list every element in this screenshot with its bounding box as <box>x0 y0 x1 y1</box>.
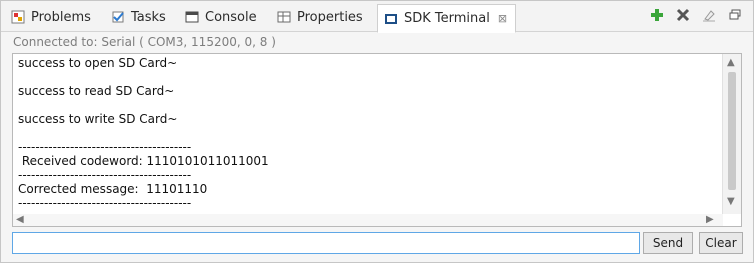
tab-tasks[interactable]: Tasks <box>111 5 166 29</box>
output-line: Received codeword: 1110101011011001 <box>18 154 269 168</box>
separator-line: ---------------------------------------- <box>18 196 192 210</box>
tab-console[interactable]: Console <box>185 5 257 29</box>
scroll-thumb[interactable] <box>728 72 736 190</box>
scroll-up-icon[interactable]: ▲ <box>727 58 735 68</box>
sdk-terminal-view: Problems Tasks Console Properties SDK Te <box>0 0 754 263</box>
separator-line: ---------------------------------------- <box>18 168 192 182</box>
vertical-scrollbar[interactable]: ▲ ▼ <box>722 54 741 214</box>
clear-button[interactable]: Clear <box>699 232 743 254</box>
tab-label: Problems <box>31 9 91 25</box>
terminal-icon <box>384 12 398 26</box>
eraser-icon[interactable] <box>701 7 717 23</box>
tab-problems[interactable]: Problems <box>11 5 91 29</box>
tab-label: Tasks <box>131 9 166 25</box>
scroll-right-icon[interactable]: ▶ <box>706 215 714 225</box>
command-row: Send Clear <box>12 232 743 256</box>
send-button[interactable]: Send <box>643 232 693 254</box>
tab-label: Properties <box>297 9 363 25</box>
x-icon[interactable] <box>675 7 691 23</box>
tab-sdk-terminal[interactable]: SDK Terminal ⊠ <box>377 4 517 33</box>
restore-window-icon[interactable] <box>727 7 743 23</box>
tab-label: Console <box>205 9 257 25</box>
plus-icon[interactable] <box>649 7 665 23</box>
terminal-output[interactable]: success to open SD Card~ success to read… <box>12 53 742 227</box>
scroll-down-icon[interactable]: ▼ <box>727 197 735 207</box>
view-tab-bar: Problems Tasks Console Properties SDK Te <box>1 1 753 33</box>
connection-status: Connected to: Serial ( COM3, 115200, 0, … <box>13 35 276 49</box>
command-input[interactable] <box>12 232 640 254</box>
output-line: success to open SD Card~ <box>18 56 178 70</box>
output-line: success to write SD Card~ <box>18 112 178 126</box>
view-toolbar <box>649 7 743 23</box>
console-icon <box>185 10 199 24</box>
properties-icon <box>277 10 291 24</box>
problems-icon <box>11 10 25 24</box>
output-line: success to read SD Card~ <box>18 84 175 98</box>
tasks-icon <box>111 10 125 24</box>
tab-properties[interactable]: Properties <box>277 5 363 29</box>
close-icon[interactable]: ⊠ <box>498 12 507 25</box>
scroll-left-icon[interactable]: ◀ <box>16 215 24 225</box>
output-line: Corrected message: 11101110 <box>18 182 208 196</box>
horizontal-scrollbar[interactable]: ◀ ▶ <box>13 214 723 226</box>
separator-line: ---------------------------------------- <box>18 140 192 154</box>
tab-label: SDK Terminal <box>404 11 490 26</box>
